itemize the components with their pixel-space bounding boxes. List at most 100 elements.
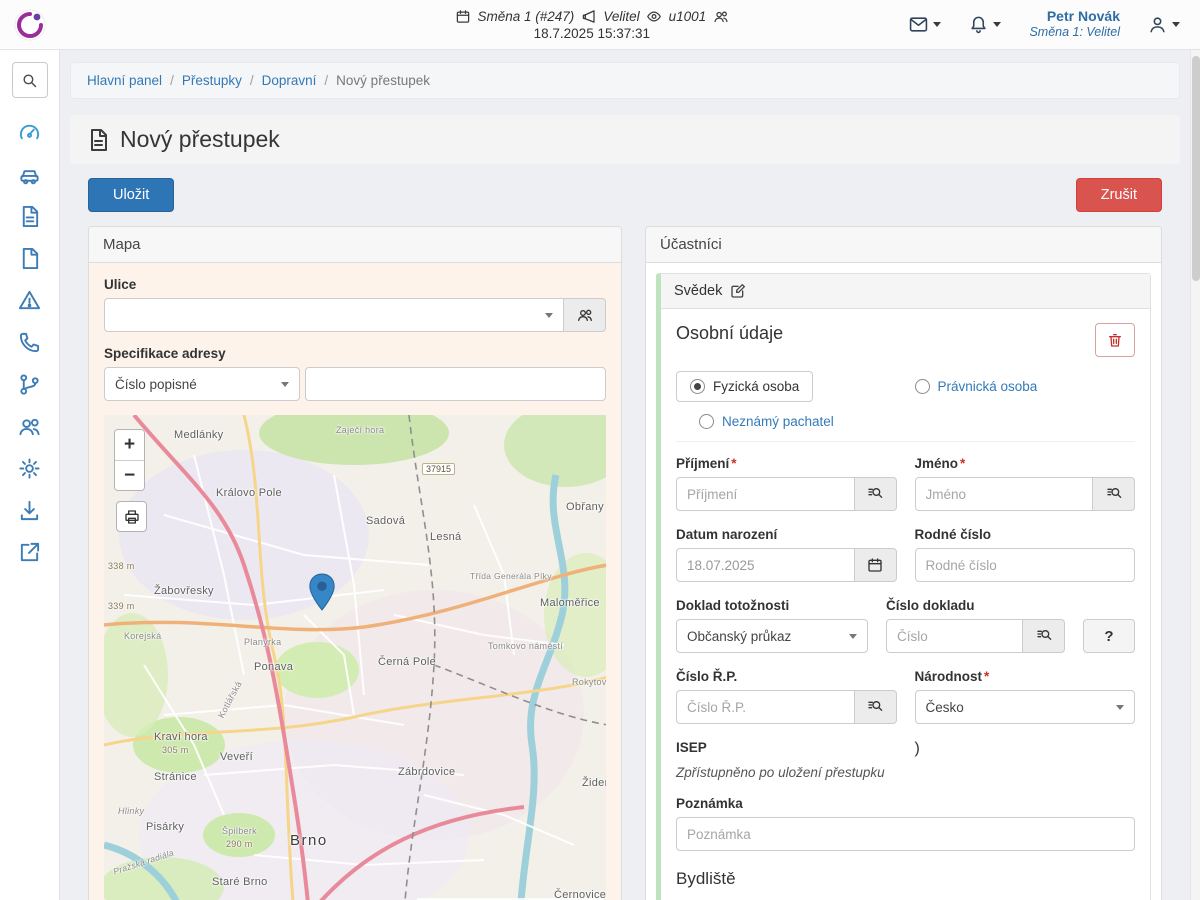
address-number-input[interactable] bbox=[305, 367, 606, 401]
breadcrumb-link-home[interactable]: Hlavní panel bbox=[87, 73, 162, 88]
id-number-search-button[interactable] bbox=[1023, 619, 1065, 653]
id-type-select[interactable]: Občanský průkaz bbox=[676, 619, 868, 653]
isep-label: ISEP bbox=[676, 740, 897, 755]
birthdate-calendar-button[interactable] bbox=[855, 548, 897, 582]
radio-icon bbox=[915, 379, 930, 394]
shift-label: Směna 1 (#247) bbox=[478, 9, 575, 24]
search-lookup-icon bbox=[867, 699, 883, 715]
firstname-search-button[interactable] bbox=[1093, 477, 1135, 511]
participants-panel: Účastníci Svědek Osobní údaje bbox=[645, 226, 1162, 900]
birthdate-label: Datum narození bbox=[676, 527, 897, 542]
delete-participant-button[interactable] bbox=[1095, 323, 1135, 357]
user-shift-role: Směna 1: Velitel bbox=[1029, 25, 1120, 41]
address-type-select[interactable]: Číslo popisné bbox=[104, 367, 300, 401]
personal-id-input[interactable] bbox=[915, 548, 1136, 582]
sidebar-item-reports[interactable] bbox=[18, 205, 41, 228]
vertical-scrollbar[interactable] bbox=[1190, 50, 1200, 900]
user-code: u1001 bbox=[669, 9, 707, 24]
scrollbar-thumb[interactable] bbox=[1192, 56, 1200, 281]
sidebar-item-vehicles[interactable] bbox=[18, 163, 41, 186]
surname-search-button[interactable] bbox=[855, 477, 897, 511]
save-button[interactable]: Uložit bbox=[88, 178, 174, 212]
map-label: Brno bbox=[290, 832, 328, 849]
search-lookup-icon bbox=[867, 486, 883, 502]
search-icon bbox=[21, 72, 38, 89]
sidebar-item-offenses[interactable] bbox=[18, 289, 41, 312]
caret-down-icon bbox=[993, 22, 1001, 27]
edit-icon[interactable] bbox=[730, 283, 746, 299]
map-label: Ponava bbox=[254, 661, 293, 673]
user-menu-dropdown[interactable] bbox=[1148, 15, 1180, 34]
nationality-value: Česko bbox=[926, 700, 964, 715]
firstname-input[interactable] bbox=[915, 477, 1094, 511]
isep-paren: ) bbox=[915, 740, 1136, 761]
id-help-button[interactable]: ? bbox=[1083, 619, 1135, 653]
nationality-select[interactable]: Česko bbox=[915, 690, 1136, 724]
sidebar-item-documents[interactable] bbox=[18, 247, 41, 270]
map-label: Maloměřice bbox=[540, 597, 600, 609]
trash-icon bbox=[1107, 332, 1123, 348]
zoom-in-button[interactable]: + bbox=[115, 430, 144, 460]
license-search-button[interactable] bbox=[855, 690, 897, 724]
id-type-label: Doklad totožnosti bbox=[676, 598, 868, 613]
breadcrumb-link-traffic[interactable]: Dopravní bbox=[262, 73, 317, 88]
sidebar-item-export[interactable] bbox=[18, 499, 41, 522]
sidebar-search-button[interactable] bbox=[12, 62, 48, 98]
caret-down-icon bbox=[933, 22, 941, 27]
person-type-physical[interactable]: Fyzická osoba bbox=[676, 371, 813, 402]
map-print-button[interactable] bbox=[116, 501, 147, 532]
id-number-input[interactable] bbox=[886, 619, 1023, 653]
app-logo bbox=[14, 9, 46, 41]
sidebar-item-dashboard[interactable] bbox=[18, 121, 41, 144]
sidebar bbox=[0, 50, 60, 900]
license-input[interactable] bbox=[676, 690, 855, 724]
person-icon bbox=[1148, 15, 1167, 34]
map-label: Obřany bbox=[566, 501, 604, 513]
zoom-out-button[interactable]: − bbox=[115, 460, 144, 490]
breadcrumb-separator: / bbox=[170, 73, 174, 88]
search-lookup-icon bbox=[1106, 486, 1122, 502]
sidebar-item-external[interactable] bbox=[18, 541, 41, 564]
note-input[interactable] bbox=[676, 817, 1135, 851]
map-label: 338 m bbox=[108, 561, 135, 571]
file-text-icon bbox=[18, 205, 41, 228]
breadcrumb-separator: / bbox=[324, 73, 328, 88]
header-datetime: 18.7.2025 15:37:31 bbox=[456, 26, 729, 41]
sidebar-item-settings[interactable] bbox=[18, 457, 41, 480]
person-type-label: Neznámý pachatel bbox=[722, 414, 834, 429]
street-locate-button[interactable] bbox=[564, 298, 606, 332]
file-icon bbox=[18, 247, 41, 270]
map-canvas[interactable]: Medlánky Zaječí hora Královo Pole Obřany… bbox=[104, 415, 606, 900]
person-type-unknown[interactable]: Neznámý pachatel bbox=[699, 414, 897, 429]
participant-tab-witness[interactable]: Svědek bbox=[674, 283, 722, 299]
residence-title: Bydliště bbox=[676, 869, 1135, 889]
map-label: Medlánky bbox=[174, 429, 223, 441]
person-type-legal[interactable]: Právnická osoba bbox=[915, 379, 1136, 394]
radio-icon bbox=[690, 379, 705, 394]
map-panel-title: Mapa bbox=[89, 227, 621, 263]
calendar-icon bbox=[867, 557, 883, 573]
surname-input[interactable] bbox=[676, 477, 855, 511]
personal-id-label: Rodné číslo bbox=[915, 527, 1136, 542]
megaphone-icon bbox=[581, 9, 596, 24]
note-label: Poznámka bbox=[676, 796, 1135, 811]
gauge-icon bbox=[18, 121, 41, 144]
map-label: Zaječí hora bbox=[336, 425, 384, 435]
people-icon bbox=[713, 9, 728, 24]
notifications-dropdown[interactable] bbox=[969, 15, 1001, 34]
breadcrumb-link-offenses[interactable]: Přestupky bbox=[182, 73, 242, 88]
birthdate-input[interactable] bbox=[676, 548, 855, 582]
map-label: 339 m bbox=[108, 601, 135, 611]
header-context: Směna 1 (#247) Velitel u1001 18.7.2025 1… bbox=[456, 9, 729, 41]
search-lookup-icon bbox=[1036, 628, 1052, 644]
street-select[interactable] bbox=[104, 298, 564, 332]
sidebar-item-persons[interactable] bbox=[18, 415, 41, 438]
map-marker-icon[interactable] bbox=[308, 573, 336, 611]
address-type-value: Číslo popisné bbox=[115, 377, 197, 392]
person-type-label: Právnická osoba bbox=[938, 379, 1038, 394]
messages-dropdown[interactable] bbox=[909, 15, 941, 34]
document-icon bbox=[86, 128, 110, 152]
sidebar-item-calls[interactable] bbox=[18, 331, 41, 354]
sidebar-item-workflow[interactable] bbox=[18, 373, 41, 396]
cancel-button[interactable]: Zrušit bbox=[1076, 178, 1162, 212]
